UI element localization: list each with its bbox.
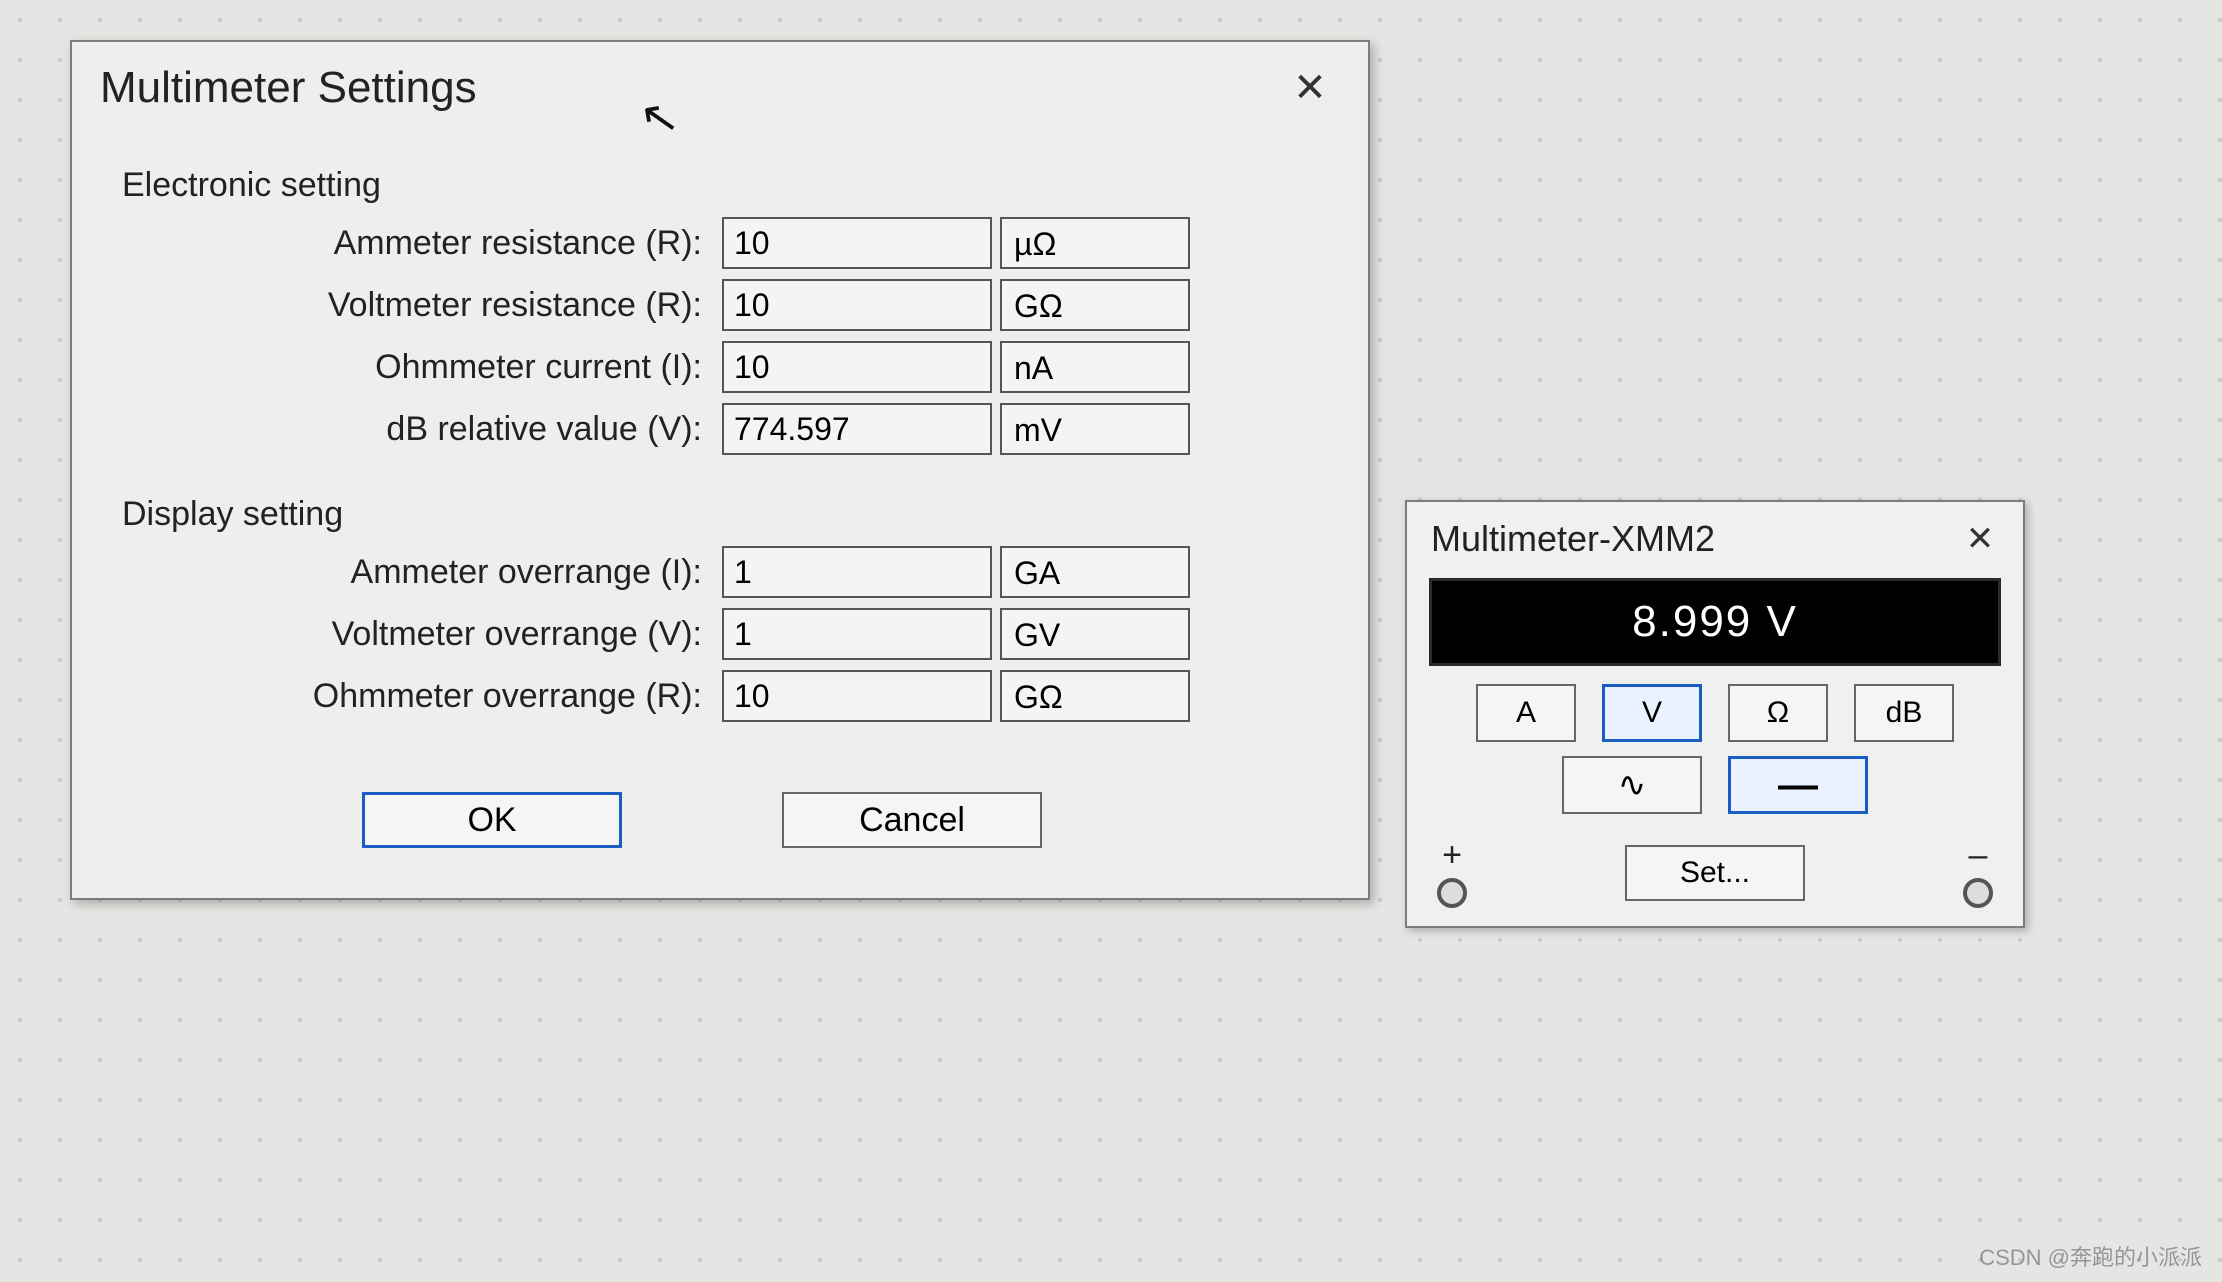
dc-line-icon: — (1778, 763, 1818, 808)
minus-icon: – (1969, 838, 1988, 872)
mode-db-button[interactable]: dB (1854, 684, 1954, 742)
electronic-setting-group: Electronic setting Ammeter resistance (R… (112, 166, 1328, 455)
voltmeter-resistance-input[interactable] (722, 279, 992, 331)
meter-title: Multimeter-XMM2 (1431, 518, 1715, 560)
negative-terminal[interactable]: – (1963, 838, 1993, 908)
ohmmeter-current-label: Ohmmeter current (I): (112, 348, 722, 387)
measurement-mode-row: A V Ω dB (1407, 684, 2023, 742)
ammeter-overrange-label: Ammeter overrange (I): (112, 553, 722, 592)
positive-terminal[interactable]: + (1437, 838, 1467, 908)
meter-reading: 8.999 V (1429, 578, 2001, 666)
voltmeter-overrange-input[interactable] (722, 608, 992, 660)
ohmmeter-current-row: Ohmmeter current (I): nA (112, 341, 1328, 393)
set-button[interactable]: Set... (1625, 845, 1805, 901)
watermark-text: CSDN @奔跑的小派派 (1979, 1240, 2202, 1272)
ohmmeter-overrange-unit[interactable]: GΩ (1000, 670, 1190, 722)
voltmeter-overrange-label: Voltmeter overrange (V): (112, 615, 722, 654)
ohmmeter-overrange-label: Ohmmeter overrange (R): (112, 677, 722, 716)
dialog-title: Multimeter Settings (100, 63, 477, 113)
ammeter-overrange-unit[interactable]: GA (1000, 546, 1190, 598)
display-setting-group: Display setting Ammeter overrange (I): G… (112, 495, 1328, 722)
voltmeter-resistance-row: Voltmeter resistance (R): GΩ (112, 279, 1328, 331)
plus-icon: + (1442, 838, 1462, 872)
electronic-setting-title: Electronic setting (122, 166, 1328, 205)
ohmmeter-current-unit[interactable]: nA (1000, 341, 1190, 393)
mode-volt-button[interactable]: V (1602, 684, 1702, 742)
db-relative-input[interactable] (722, 403, 992, 455)
ammeter-overrange-input[interactable] (722, 546, 992, 598)
dialog-button-row: OK Cancel (112, 762, 1328, 868)
multimeter-window: Multimeter-XMM2 ✕ 8.999 V A V Ω dB ∿ — +… (1405, 500, 2025, 928)
ohmmeter-current-input[interactable] (722, 341, 992, 393)
negative-terminal-jack[interactable] (1963, 878, 1993, 908)
ammeter-resistance-unit[interactable]: µΩ (1000, 217, 1190, 269)
close-icon[interactable]: ✕ (1280, 58, 1340, 118)
voltmeter-resistance-unit[interactable]: GΩ (1000, 279, 1190, 331)
db-relative-row: dB relative value (V): mV (112, 403, 1328, 455)
ammeter-resistance-row: Ammeter resistance (R): µΩ (112, 217, 1328, 269)
voltmeter-overrange-row: Voltmeter overrange (V): GV (112, 608, 1328, 660)
close-icon[interactable]: ✕ (1957, 516, 2003, 562)
signal-type-row: ∿ — (1407, 756, 2023, 814)
voltmeter-overrange-unit[interactable]: GV (1000, 608, 1190, 660)
voltmeter-resistance-label: Voltmeter resistance (R): (112, 286, 722, 325)
ohmmeter-overrange-row: Ohmmeter overrange (R): GΩ (112, 670, 1328, 722)
ammeter-resistance-label: Ammeter resistance (R): (112, 224, 722, 263)
mode-ampere-button[interactable]: A (1476, 684, 1576, 742)
multimeter-settings-dialog: Multimeter Settings ✕ Electronic setting… (70, 40, 1370, 900)
ac-button[interactable]: ∿ (1562, 756, 1702, 814)
ammeter-resistance-input[interactable] (722, 217, 992, 269)
mode-ohm-button[interactable]: Ω (1728, 684, 1828, 742)
display-setting-title: Display setting (122, 495, 1328, 534)
dc-button[interactable]: — (1728, 756, 1868, 814)
meter-titlebar: Multimeter-XMM2 ✕ (1407, 502, 2023, 572)
ohmmeter-overrange-input[interactable] (722, 670, 992, 722)
ammeter-overrange-row: Ammeter overrange (I): GA (112, 546, 1328, 598)
sine-wave-icon: ∿ (1618, 765, 1647, 805)
db-relative-label: dB relative value (V): (112, 410, 722, 449)
db-relative-unit[interactable]: mV (1000, 403, 1190, 455)
dialog-titlebar: Multimeter Settings ✕ (72, 42, 1368, 126)
ok-button[interactable]: OK (362, 792, 622, 848)
dialog-body: Electronic setting Ammeter resistance (R… (72, 126, 1368, 898)
cancel-button[interactable]: Cancel (782, 792, 1042, 848)
meter-bottom-row: + Set... – (1407, 828, 2023, 908)
positive-terminal-jack[interactable] (1437, 878, 1467, 908)
